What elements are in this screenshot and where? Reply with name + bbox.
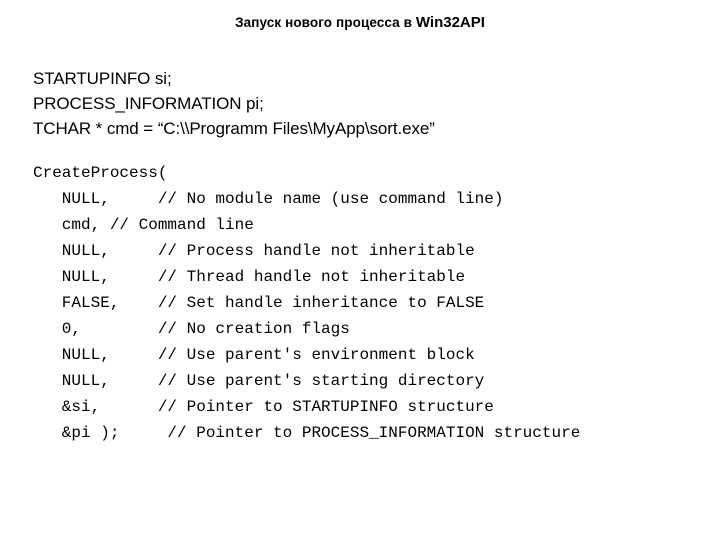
- code-line: NULL, // Use parent's starting directory: [33, 372, 485, 390]
- code-line: &pi ); // Pointer to PROCESS_INFORMATION…: [33, 424, 581, 442]
- slide-canvas: Запуск нового процесса в Win32API STARTU…: [0, 0, 720, 540]
- declarations-block: STARTUPINFO si; PROCESS_INFORMATION pi; …: [33, 66, 693, 141]
- declaration-line: TCHAR * cmd = “C:\\Programm Files\MyApp\…: [33, 119, 435, 138]
- code-line: 0, // No creation flags: [33, 320, 350, 338]
- declaration-line: STARTUPINFO si;: [33, 69, 172, 88]
- code-line: cmd, // Command line: [33, 216, 254, 234]
- code-line: NULL, // Use parent's environment block: [33, 346, 475, 364]
- code-block: CreateProcess( NULL, // No module name (…: [33, 160, 720, 446]
- code-line: CreateProcess(: [33, 164, 168, 182]
- page-title: Запуск нового процесса в Win32API: [0, 14, 720, 32]
- code-line: NULL, // No module name (use command lin…: [33, 190, 504, 208]
- code-line: NULL, // Process handle not inheritable: [33, 242, 475, 260]
- page-title-prefix: Запуск нового процесса в: [235, 15, 416, 30]
- code-line: FALSE, // Set handle inheritance to FALS…: [33, 294, 485, 312]
- code-line: &si, // Pointer to STARTUPINFO structure: [33, 398, 494, 416]
- page-title-api: Win32API: [415, 14, 485, 31]
- declaration-line: PROCESS_INFORMATION pi;: [33, 94, 264, 113]
- code-line: NULL, // Thread handle not inheritable: [33, 268, 466, 286]
